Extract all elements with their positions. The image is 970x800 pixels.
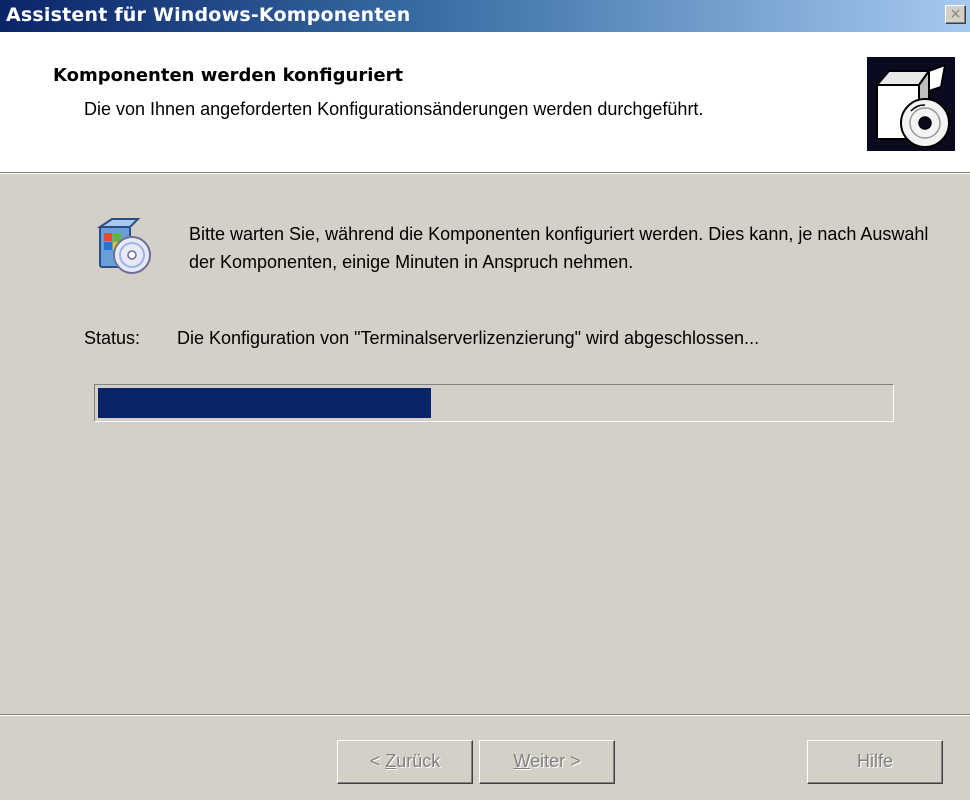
window-title: Assistent für Windows-Komponenten [6,4,411,26]
help-button-label: Hilfe [856,751,893,771]
box-cd-icon [867,57,955,151]
header-divider-highlight [0,173,970,174]
next-button-label: eiter > [530,751,581,771]
progress-fill [98,388,431,418]
back-button-label: urück [396,751,441,771]
back-button[interactable]: < Zurück [337,740,473,784]
next-button[interactable]: Weiter > [479,740,615,784]
help-button[interactable]: Hilfe [807,740,943,784]
info-text: Bitte warten Sie, während die Komponente… [189,224,929,272]
back-button-mnemonic: Z [385,751,397,771]
windows-components-cd-icon [94,215,156,277]
status-label: Status: [84,328,141,348]
header-subtitle: Die von Ihnen angeforderten Konfiguratio… [84,99,704,119]
status-text: Die Konfiguration von "Terminalserverliz… [177,328,760,348]
close-icon: × [949,6,962,22]
header-title: Komponenten werden konfiguriert [53,65,404,86]
close-button[interactable]: × [945,5,966,24]
next-button-mnemonic: W [513,751,531,771]
progress-bar [94,384,894,422]
title-bar[interactable]: Assistent für Windows-Komponenten × [0,0,970,32]
back-button-prefix: < [369,751,386,771]
footer-divider-highlight [0,715,970,716]
